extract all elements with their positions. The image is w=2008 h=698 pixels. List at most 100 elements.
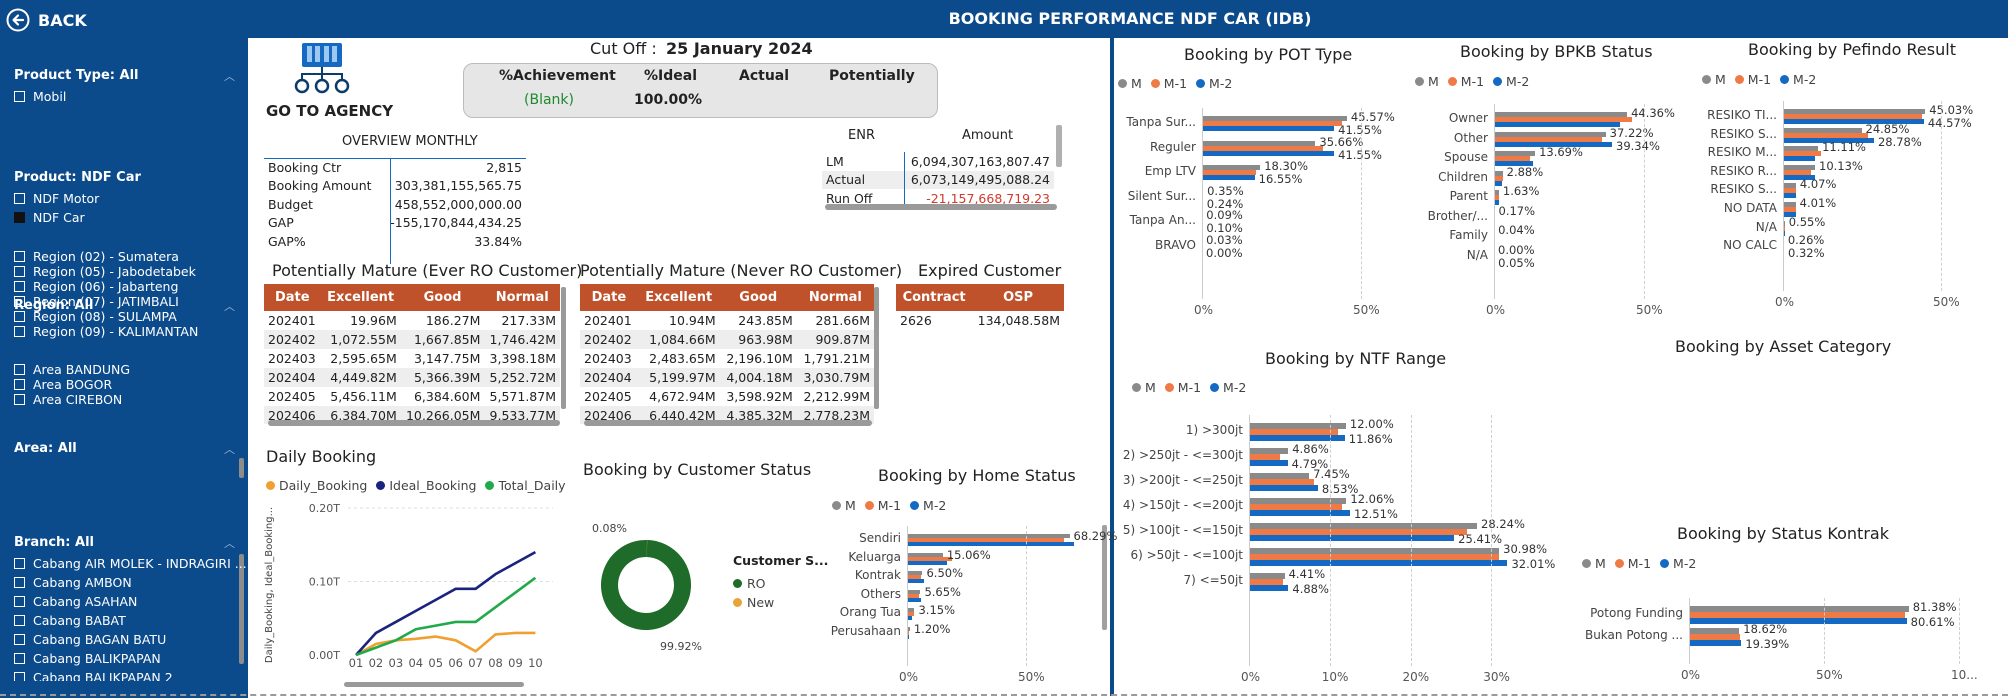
checkbox-icon[interactable] bbox=[14, 615, 25, 626]
bar-m-2[interactable] bbox=[1494, 180, 1502, 186]
enr-h-scrollbar[interactable] bbox=[825, 204, 1057, 210]
checkbox-icon[interactable] bbox=[14, 577, 25, 588]
table-header-cell[interactable]: OSP bbox=[972, 284, 1064, 311]
y-axis-line bbox=[1202, 108, 1203, 299]
table-cell: 202403 bbox=[584, 351, 632, 366]
table-header-cell[interactable]: Normal bbox=[796, 284, 874, 311]
enr-amount-header: Amount bbox=[962, 128, 1014, 143]
table-header-cell[interactable]: Excellent bbox=[320, 284, 401, 311]
daily-h-scrollbar[interactable] bbox=[344, 682, 524, 687]
legend-item[interactable]: M-2 bbox=[910, 498, 946, 513]
mature-never-scrollbar[interactable] bbox=[874, 287, 879, 409]
asset-title: Booking by Asset Category bbox=[1675, 337, 1892, 356]
data-label: 30.98% bbox=[1503, 542, 1548, 556]
bpkb-title: Booking by BPKB Status bbox=[1460, 42, 1653, 61]
table-header-cell[interactable]: Date bbox=[264, 284, 321, 311]
bar-m-2[interactable] bbox=[1249, 585, 1289, 591]
legend-item[interactable]: RO bbox=[733, 576, 766, 591]
legend-item[interactable]: M-1 bbox=[1734, 72, 1771, 87]
agency-network-icon[interactable] bbox=[290, 40, 354, 96]
checkbox-icon[interactable] bbox=[14, 596, 25, 607]
legend-item[interactable]: M bbox=[1702, 72, 1726, 87]
mature-never-viewport: Date Excellent Good Normal 202401 10.94M 243.8… bbox=[580, 284, 874, 424]
filter-item[interactable]: Cabang AMBON bbox=[14, 575, 132, 590]
gridline bbox=[1824, 598, 1825, 664]
bar-m-2[interactable] bbox=[907, 597, 922, 602]
page-title: BOOKING PERFORMANCE NDF CAR (IDB) bbox=[948, 9, 1312, 28]
checkbox-icon[interactable] bbox=[14, 634, 25, 645]
legend-item[interactable]: M bbox=[832, 498, 856, 513]
legend-item[interactable]: New bbox=[733, 595, 774, 610]
bar-m-2[interactable] bbox=[1783, 193, 1796, 199]
go-to-agency-link[interactable]: GO TO AGENCY bbox=[266, 102, 393, 120]
pie-slice-ro[interactable] bbox=[600, 540, 691, 630]
legend-item[interactable]: M-2 bbox=[1210, 380, 1246, 395]
filter-item[interactable]: Cabang AIR MOLEK - INDRAGIRI ... bbox=[14, 556, 247, 571]
filter-item[interactable]: Cabang BALIKPAPAN 2 bbox=[14, 670, 173, 681]
legend-item[interactable]: M-1 bbox=[1447, 74, 1484, 89]
table-cell: 202402 bbox=[264, 330, 321, 349]
bar-m-2[interactable] bbox=[907, 560, 948, 565]
legend-item[interactable]: Total_Daily bbox=[485, 478, 566, 493]
checkbox-icon[interactable] bbox=[14, 672, 25, 681]
bar-m-2[interactable] bbox=[1202, 175, 1255, 181]
back-button[interactable]: BACK bbox=[6, 8, 87, 32]
bar-m-2[interactable] bbox=[1494, 122, 1620, 127]
mature-ever-h-scrollbar[interactable] bbox=[268, 420, 560, 426]
bar-m-2[interactable] bbox=[1249, 510, 1351, 516]
bar-m-2[interactable] bbox=[907, 579, 924, 583]
legend-item[interactable]: M bbox=[1582, 556, 1606, 571]
legend-item[interactable]: Daily_Booking bbox=[266, 478, 367, 493]
bar-m-2[interactable] bbox=[1249, 485, 1318, 491]
bar-m-2[interactable] bbox=[1783, 156, 1815, 162]
legend-item[interactable]: M-2 bbox=[1196, 76, 1232, 91]
bar-m-2[interactable] bbox=[1249, 460, 1288, 466]
bar-m-2[interactable] bbox=[1689, 618, 1907, 624]
checkbox-icon[interactable] bbox=[14, 558, 25, 569]
data-label: 15.06% bbox=[946, 547, 991, 562]
daily-title: Daily Booking bbox=[266, 447, 377, 466]
checkbox-icon[interactable] bbox=[14, 653, 25, 664]
mature-never-h-scrollbar[interactable] bbox=[584, 420, 872, 426]
page-bottom-border bbox=[0, 694, 2008, 696]
bar-m-2[interactable] bbox=[1249, 535, 1455, 541]
table-header-cell[interactable]: Date bbox=[580, 284, 638, 311]
legend-item[interactable]: M bbox=[1132, 380, 1156, 395]
bar-m-2[interactable] bbox=[1202, 150, 1335, 156]
filter-item[interactable]: Cabang BABAT bbox=[14, 613, 126, 628]
data-label: 1.63% bbox=[1502, 184, 1540, 198]
table-cell: 1,072.55M bbox=[320, 330, 401, 349]
bar-m-2[interactable] bbox=[1202, 126, 1335, 131]
legend-item[interactable]: M bbox=[1415, 74, 1439, 89]
table-header-cell[interactable]: Contract bbox=[896, 284, 973, 311]
legend-item[interactable]: M-1 bbox=[1164, 380, 1201, 395]
filter-item[interactable]: Cabang ASAHAN bbox=[14, 594, 137, 609]
bar-m-2[interactable] bbox=[907, 542, 1074, 546]
legend-item[interactable]: M-2 bbox=[1493, 74, 1529, 89]
table-header-cell[interactable]: Normal bbox=[484, 284, 560, 311]
bar-m-2[interactable] bbox=[1689, 640, 1742, 646]
overview-table: Booking Ctr 2,815 Booking Amount 303,381,15… bbox=[264, 158, 526, 251]
legend-item[interactable]: M-1 bbox=[864, 498, 901, 513]
enr-scrollbar[interactable] bbox=[1056, 125, 1062, 167]
mature-ever-scrollbar[interactable] bbox=[561, 287, 566, 409]
data-label: 2.88% bbox=[1506, 164, 1544, 179]
legend-item[interactable]: M bbox=[1118, 76, 1142, 91]
table-header-cell[interactable]: Good bbox=[719, 284, 797, 311]
table-header-cell[interactable]: Good bbox=[400, 284, 485, 311]
ideal-value: 100.00% bbox=[634, 92, 703, 108]
filter-item[interactable]: Cabang BAGAN BATU bbox=[14, 632, 166, 647]
legend-dot bbox=[1582, 559, 1591, 568]
legend-item[interactable]: M-1 bbox=[1150, 76, 1187, 91]
data-label: 4.41% bbox=[1288, 567, 1326, 581]
legend-item[interactable]: Ideal_Booking bbox=[376, 478, 476, 493]
table-header-cell[interactable]: Excellent bbox=[637, 284, 720, 311]
legend-item[interactable]: M-2 bbox=[1780, 72, 1816, 87]
table-row: 202402 1,084.66M 963.98M 909.87M bbox=[580, 330, 874, 349]
table-cell: 2,595.65M bbox=[330, 351, 397, 366]
legend-item[interactable]: M-2 bbox=[1660, 556, 1696, 571]
bar-m-2[interactable] bbox=[1249, 560, 1508, 566]
filter-item[interactable]: Cabang BALIKPAPAN bbox=[14, 651, 161, 666]
table-cell: 202405 bbox=[584, 389, 632, 404]
legend-item[interactable]: M-1 bbox=[1614, 556, 1651, 571]
